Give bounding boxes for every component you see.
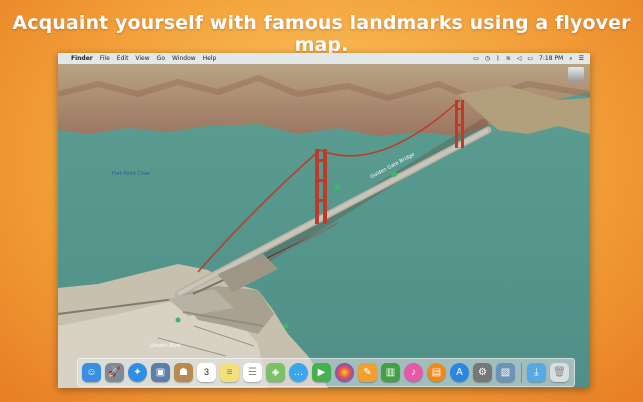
- airplay-icon[interactable]: ▭: [473, 55, 479, 62]
- folder-icon[interactable]: ⤓: [527, 363, 546, 382]
- contacts-icon[interactable]: ☗: [174, 363, 193, 382]
- numbers-icon[interactable]: ▥: [381, 363, 400, 382]
- map-label-bottom: Lincoln Blvd: [150, 343, 181, 349]
- menu-clock[interactable]: 7:18 PM: [539, 55, 563, 62]
- calendar-icon[interactable]: 3: [197, 363, 216, 382]
- wifi-icon[interactable]: ≋: [506, 55, 511, 62]
- map-label-fort-point: Fort Point Chan: [112, 171, 151, 177]
- facetime-icon[interactable]: ▶: [312, 363, 331, 382]
- menu-window[interactable]: Window: [172, 55, 196, 62]
- menu-edit[interactable]: Edit: [117, 55, 129, 62]
- time-machine-icon[interactable]: ◷: [485, 55, 490, 62]
- ibooks-icon[interactable]: ▤: [427, 363, 446, 382]
- desktop-drive-icon[interactable]: [568, 67, 584, 81]
- appstore-icon[interactable]: A: [450, 363, 469, 382]
- maps-icon[interactable]: ◈: [266, 363, 285, 382]
- dock-separator: [521, 362, 522, 383]
- notification-center-icon[interactable]: ☰: [579, 55, 584, 62]
- battery-icon[interactable]: ▭: [527, 55, 533, 62]
- messages-icon[interactable]: …: [289, 363, 308, 382]
- preview-icon[interactable]: ▧: [496, 363, 515, 382]
- gear-icon[interactable]: ⚙: [473, 363, 492, 382]
- safari-icon[interactable]: ✦: [128, 363, 147, 382]
- banner-title: Acquaint yourself with famous landmarks …: [12, 12, 631, 56]
- dock: ☺ 🚀 ✦ ▣ ☗ 3 ≡ ☰ ◈ … ▶ ✎ ▥ ♪ ▤ A ⚙ ▧ ⤓ 🗑: [77, 358, 575, 387]
- menu-help[interactable]: Help: [203, 55, 217, 62]
- pages-icon[interactable]: ✎: [358, 363, 377, 382]
- menu-go[interactable]: Go: [157, 55, 165, 62]
- menu-file[interactable]: File: [100, 55, 110, 62]
- notes-icon[interactable]: ≡: [220, 363, 239, 382]
- trash-icon[interactable]: 🗑: [550, 363, 569, 382]
- menu-extras: ▭ ◷ ᛒ ≋ ◁ ▭ 7:18 PM ⌕ ☰: [467, 55, 584, 63]
- volume-icon[interactable]: ◁: [517, 55, 522, 62]
- mac-screen: Fort Point Chan Golden Gate Bridge Linco…: [58, 53, 590, 388]
- menu-bar: Finder File Edit View Go Window Help ▭ ◷…: [58, 53, 590, 64]
- spotlight-search-icon[interactable]: ⌕: [569, 55, 572, 63]
- photo-icon[interactable]: ▣: [151, 363, 170, 382]
- itunes-icon[interactable]: ♪: [404, 363, 423, 382]
- photos-icon[interactable]: [335, 363, 354, 382]
- menu-view[interactable]: View: [135, 55, 149, 62]
- flyover-map[interactable]: [58, 64, 590, 388]
- launchpad-icon[interactable]: 🚀: [105, 363, 124, 382]
- bluetooth-icon[interactable]: ᛒ: [496, 55, 500, 62]
- reminders-icon[interactable]: ☰: [243, 363, 262, 382]
- menu-finder[interactable]: Finder: [71, 55, 93, 62]
- finder-icon[interactable]: ☺: [82, 363, 101, 382]
